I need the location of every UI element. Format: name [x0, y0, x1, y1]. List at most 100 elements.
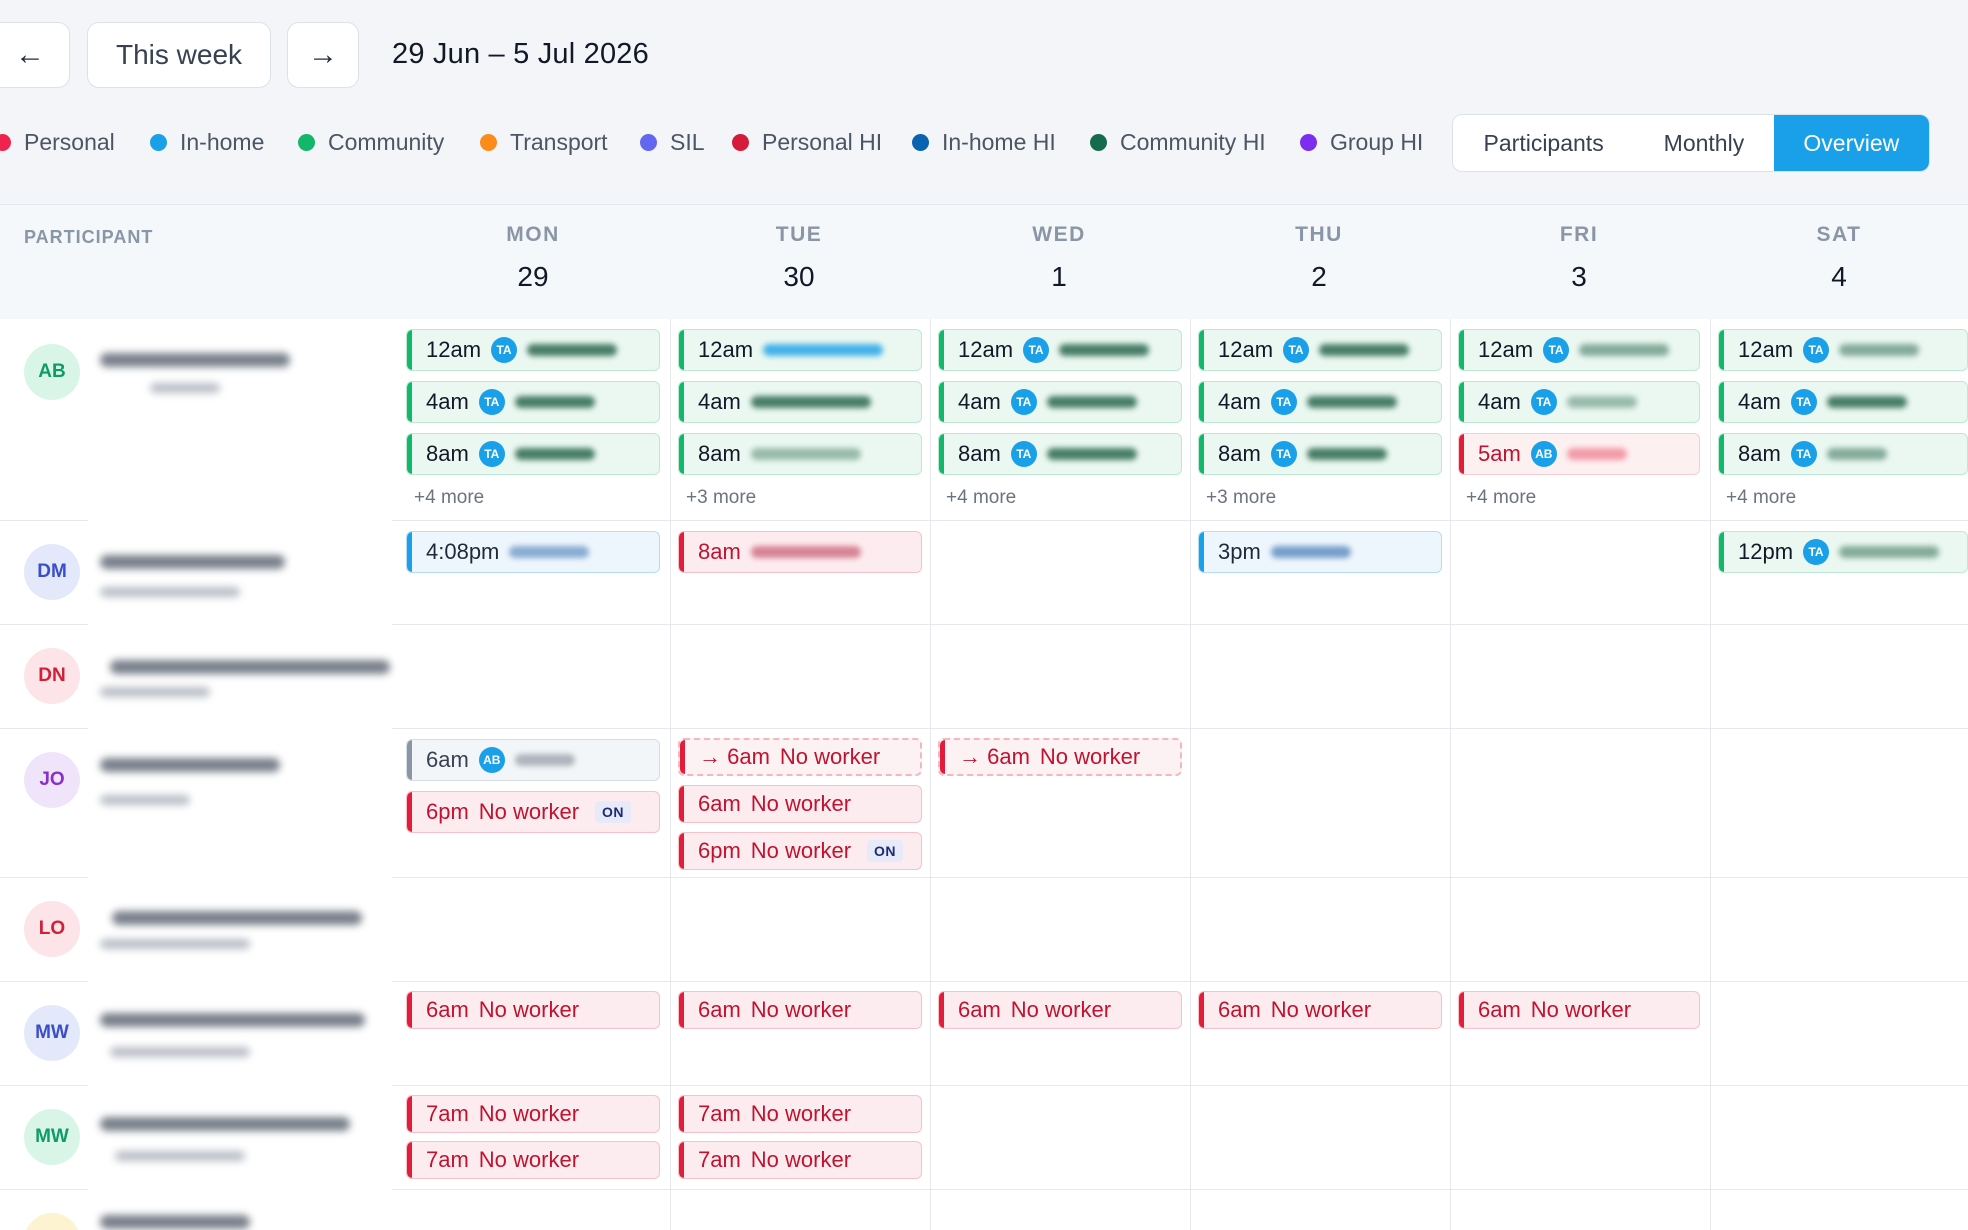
more-shifts-link[interactable]: +4 more	[1726, 487, 1796, 509]
worker-name-redacted	[750, 448, 861, 460]
column-divider	[1190, 319, 1191, 1230]
avatar: LO	[24, 901, 80, 957]
shift-chip[interactable]: 8am	[678, 433, 922, 475]
participant-detail-redacted	[100, 939, 250, 949]
row-divider	[392, 877, 1968, 878]
next-week-button[interactable]: →	[287, 22, 359, 88]
more-shifts-link[interactable]: +4 more	[946, 487, 1016, 509]
worker-badge: AB	[1530, 441, 1557, 467]
community-dot-icon	[298, 133, 315, 151]
shift-chip[interactable]: 12am TA	[1198, 329, 1442, 371]
shift-chip[interactable]: 4am TA	[938, 381, 1182, 423]
more-shifts-link[interactable]: +3 more	[686, 487, 756, 509]
shift-chip[interactable]: 4am TA	[1458, 381, 1700, 423]
legend-item-personal: Personal	[0, 124, 115, 160]
worker-badge: TA	[1803, 539, 1830, 565]
shift-chip[interactable]: 7am No worker	[678, 1095, 922, 1133]
worker-name-redacted	[1579, 344, 1670, 356]
worker-name-redacted	[527, 344, 618, 356]
shift-chip[interactable]: 6pm No worker ON	[678, 832, 922, 870]
worker-name-redacted	[514, 448, 595, 460]
more-shifts-link[interactable]: +3 more	[1206, 487, 1276, 509]
worker-badge: TA	[1790, 441, 1817, 467]
shift-chip[interactable]: 6am No worker	[678, 991, 922, 1029]
worker-badge: TA	[478, 441, 505, 467]
participant-detail-redacted	[100, 587, 240, 597]
shift-chip[interactable]: 4am TA	[1718, 381, 1968, 423]
worker-name-redacted	[514, 754, 575, 766]
shift-chip[interactable]: 12am TA	[406, 329, 660, 371]
legend-item-community-hi: Community HI	[1090, 124, 1266, 160]
worker-badge: TA	[1790, 389, 1817, 415]
shift-chip[interactable]: → 6am No worker	[938, 738, 1182, 776]
view-overview-button[interactable]: Overview	[1773, 115, 1929, 171]
participant-name-redacted	[112, 911, 362, 925]
shift-chip[interactable]: 6pm No worker ON	[406, 791, 660, 833]
shift-chip[interactable]: 12am TA	[938, 329, 1182, 371]
shift-chip[interactable]: 8am TA	[406, 433, 660, 475]
more-shifts-link[interactable]: +4 more	[414, 487, 484, 509]
shift-chip[interactable]: 8am TA	[1718, 433, 1968, 475]
shift-chip[interactable]: → 6am No worker	[678, 738, 922, 776]
worker-badge: TA	[1010, 389, 1037, 415]
shift-chip[interactable]: 7am No worker	[406, 1141, 660, 1179]
shift-chip[interactable]: 8am TA	[1198, 433, 1442, 475]
shift-chip[interactable]: 12pm TA	[1718, 531, 1968, 573]
worker-badge: TA	[478, 389, 505, 415]
worker-name-redacted	[1839, 546, 1940, 558]
participant-detail-redacted	[150, 383, 220, 393]
shift-chip[interactable]: 6am No worker	[678, 785, 922, 823]
avatar: MW	[24, 1109, 80, 1165]
worker-name-redacted	[509, 546, 590, 558]
shift-chip[interactable]: 12am TA	[1458, 329, 1700, 371]
shift-chip[interactable]: 6am No worker	[1458, 991, 1700, 1029]
view-monthly-button[interactable]: Monthly	[1634, 115, 1773, 171]
shift-chip[interactable]: 5am AB	[1458, 433, 1700, 475]
shift-chip[interactable]: 6am No worker	[406, 991, 660, 1029]
shift-chip[interactable]: 6am No worker	[938, 991, 1182, 1029]
day-header-tue: TUE 30	[775, 223, 823, 292]
day-header-mon: MON 29	[506, 223, 560, 292]
avatar: AB	[24, 344, 80, 400]
avatar: MW	[24, 1005, 80, 1061]
shift-chip[interactable]: 12am TA	[1718, 329, 1968, 371]
legend-item-transport: Transport	[480, 124, 608, 160]
worker-name-redacted	[1046, 448, 1137, 460]
worker-badge: TA	[1010, 441, 1037, 467]
more-shifts-link[interactable]: +4 more	[1466, 487, 1536, 509]
day-header-thu: THU 2	[1295, 223, 1343, 292]
shift-chip[interactable]: 8am TA	[938, 433, 1182, 475]
shift-chip[interactable]: 6am AB	[406, 739, 660, 781]
legend-item-in-home-hi: In-home HI	[912, 124, 1056, 160]
worker-name-redacted	[1566, 396, 1637, 408]
overnight-badge: ON	[595, 801, 632, 823]
shift-chip[interactable]: 12am	[678, 329, 922, 371]
previous-week-button[interactable]: ←	[0, 22, 70, 88]
in-home-dot-icon	[150, 133, 167, 151]
participant-name-redacted	[100, 1117, 350, 1131]
shift-chip[interactable]: 7am No worker	[678, 1141, 922, 1179]
participant-name-redacted	[110, 660, 390, 674]
participant-column-header: PARTICIPANT	[24, 227, 154, 247]
shift-chip[interactable]: 4am TA	[1198, 381, 1442, 423]
this-week-button[interactable]: This week	[87, 22, 271, 88]
shift-chip[interactable]: 3pm	[1198, 531, 1442, 573]
shift-chip[interactable]: 6am No worker	[1198, 991, 1442, 1029]
row-divider	[0, 624, 88, 625]
arrow-right-icon: →	[308, 38, 338, 71]
shift-chip[interactable]: 4:08pm	[406, 531, 660, 573]
personal-dot-icon	[0, 133, 11, 151]
shift-chip[interactable]: 8am	[678, 531, 922, 573]
avatar: DM	[24, 544, 80, 600]
row-divider	[0, 728, 88, 729]
avatar	[24, 1213, 80, 1230]
legend-item-group-hi: Group HI	[1300, 124, 1423, 160]
worker-name-redacted	[1270, 546, 1351, 558]
view-participants-button[interactable]: Participants	[1453, 115, 1634, 171]
in-home-hi-dot-icon	[912, 133, 929, 151]
row-divider	[392, 1085, 1968, 1086]
worker-badge: TA	[1530, 389, 1557, 415]
shift-chip[interactable]: 4am	[678, 381, 922, 423]
shift-chip[interactable]: 7am No worker	[406, 1095, 660, 1133]
shift-chip[interactable]: 4am TA	[406, 381, 660, 423]
